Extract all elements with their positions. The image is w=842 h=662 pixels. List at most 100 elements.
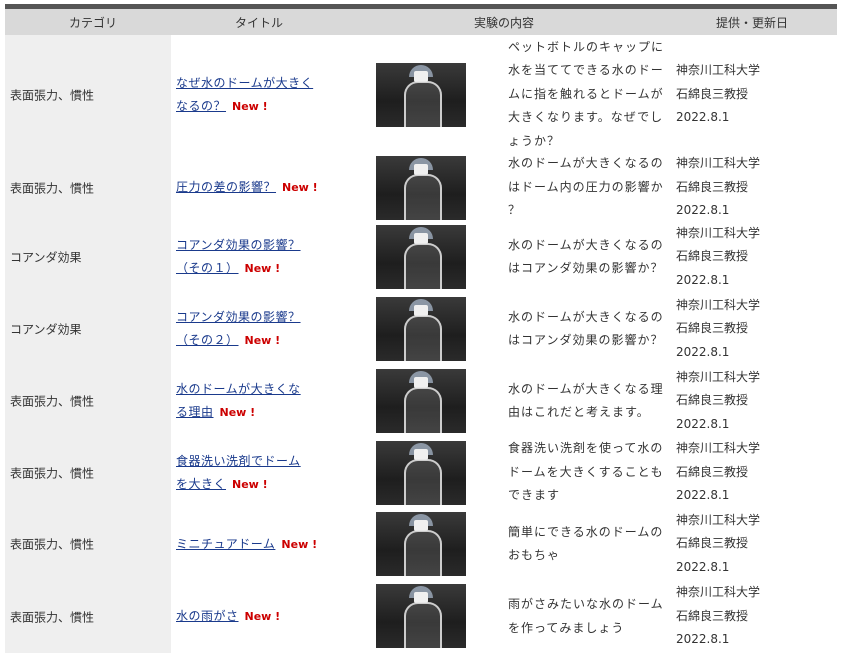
experiment-thumbnail[interactable] xyxy=(376,63,466,127)
bottle-shape xyxy=(404,174,442,220)
table-header: カテゴリ タイトル 実験の内容 提供・更新日 xyxy=(5,9,837,35)
new-badge: New ! xyxy=(244,610,281,623)
title-text: 水の雨がさ New ! xyxy=(176,605,280,628)
updated-date: 2022.8.1 xyxy=(676,272,730,287)
provider-line: 石綿良三教授 xyxy=(676,321,749,336)
title-cell: なぜ水のドームが大きく なるの？ New ! xyxy=(176,35,336,154)
table-row: コアンダ効果 コアンダ効果の影響？ （その２） New ! 水のドームが大きくなるの はコ… xyxy=(5,293,837,365)
experiment-title-link[interactable]: 水の雨がさ xyxy=(176,609,239,623)
provider-line: 神奈川工科大学 xyxy=(676,63,761,78)
new-badge: New ! xyxy=(244,262,281,275)
experiment-thumbnail[interactable] xyxy=(376,369,466,433)
provider-line: 石綿良三教授 xyxy=(676,608,749,623)
provider-line: 石綿良三教授 xyxy=(676,86,749,101)
title-cell: 水の雨がさ New ! xyxy=(176,580,336,653)
experiment-thumbnail[interactable] xyxy=(376,297,466,361)
provider-cell: 神奈川工科大学 石綿良三教授 2022.8.1 xyxy=(676,365,836,437)
description-cell: 水のドームが大きくなるの はドーム内の圧力の影響か？ xyxy=(508,154,668,221)
category-label: 表面張力、慣性 xyxy=(10,466,95,480)
description-text: 水のドームが大きくなるの はコアンダ効果の影響か？ xyxy=(508,309,664,348)
bottle-shape xyxy=(404,602,442,648)
experiment-title-link[interactable]: コアンダ効果の影響？ （その２） xyxy=(176,310,301,347)
experiment-thumbnail[interactable] xyxy=(376,512,466,576)
provider-cell: 神奈川工科大学 石綿良三教授 2022.8.1 xyxy=(676,35,836,154)
experiment-thumbnail[interactable] xyxy=(376,156,466,220)
category-cell: 表面張力、慣性 xyxy=(5,580,171,653)
table-row: 表面張力、慣性 水の雨がさ New ! 雨がさみたいな水のドーム を作ってみましょう 神奈… xyxy=(5,580,837,653)
provider-line: 石綿良三教授 xyxy=(676,249,749,264)
provider-line: 石綿良三教授 xyxy=(676,393,749,408)
provider-line: 神奈川工科大学 xyxy=(676,512,761,527)
description-text: 水のドームが大きくなるの はコアンダ効果の影響か？ xyxy=(508,237,664,276)
provider-block: 神奈川工科大学 石綿良三教授 2022.8.1 xyxy=(676,222,760,293)
provider-block: 神奈川工科大学 石綿良三教授 2022.8.1 xyxy=(676,509,760,580)
description-cell: 水のドームが大きくなるの はコアンダ効果の影響か？ xyxy=(508,221,668,293)
description-text: 水のドームが大きくなる理 由はこれだと考えます。 xyxy=(508,381,664,420)
category-cell: 表面張力、慣性 xyxy=(5,35,171,154)
updated-date: 2022.8.1 xyxy=(676,416,730,431)
experiment-title-link[interactable]: ミニチュアドーム xyxy=(176,537,275,551)
provider-cell: 神奈川工科大学 石綿良三教授 2022.8.1 xyxy=(676,508,836,580)
updated-date: 2022.8.1 xyxy=(676,559,730,574)
experiment-thumbnail[interactable] xyxy=(376,441,466,505)
title-cell: 水のドームが大きくな る理由 New ! xyxy=(176,365,336,437)
bottle-shape xyxy=(404,243,442,289)
experiment-thumbnail[interactable] xyxy=(376,225,466,289)
title-text: 食器洗い洗剤でドーム を大きく New ! xyxy=(176,450,301,496)
new-badge: New ! xyxy=(232,99,268,113)
bottle-shape xyxy=(404,387,442,433)
table-row: コアンダ効果 コアンダ効果の影響？ （その１） New ! 水のドームが大きくなるの はコ… xyxy=(5,221,837,293)
title-cell: コアンダ効果の影響？ （その１） New ! xyxy=(176,221,336,293)
category-label: 表面張力、慣性 xyxy=(10,537,95,552)
header-category: カテゴリ xyxy=(69,16,118,30)
provider-block: 神奈川工科大学 石綿良三教授 2022.8.1 xyxy=(676,366,760,437)
title-text: ミニチュアドーム New ! xyxy=(176,533,317,556)
category-cell: 表面張力、慣性 xyxy=(5,365,171,437)
description-cell: 水のドームが大きくなる理 由はこれだと考えます。 xyxy=(508,365,668,437)
updated-date: 2022.8.1 xyxy=(676,488,730,503)
title-text: コアンダ効果の影響？ （その２） New ! xyxy=(176,306,301,352)
provider-cell: 神奈川工科大学 石綿良三教授 2022.8.1 xyxy=(676,221,836,293)
description-text: 簡単にできる水のドームの おもちゃ xyxy=(508,524,664,563)
header-provider: 提供・更新日 xyxy=(716,16,789,30)
provider-line: 石綿良三教授 xyxy=(676,179,749,194)
provider-block: 神奈川工科大学 石綿良三教授 2022.8.1 xyxy=(676,152,760,223)
category-label: コアンダ効果 xyxy=(10,322,82,337)
title-text: 圧力の差の影響？ New ! xyxy=(176,176,318,199)
new-badge: New ! xyxy=(219,406,256,419)
category-label: 表面張力、慣性 xyxy=(10,394,95,409)
title-cell: ミニチュアドーム New ! xyxy=(176,508,336,580)
table-row: 表面張力、慣性 食器洗い洗剤でドーム を大きく New ! 食器洗い洗剤を使って水の ドー… xyxy=(5,437,837,508)
experiment-title-link[interactable]: 圧力の差の影響？ xyxy=(176,180,276,194)
experiment-thumbnail[interactable] xyxy=(376,584,466,648)
updated-date: 2022.8.1 xyxy=(676,110,730,125)
provider-line: 石綿良三教授 xyxy=(676,464,749,479)
provider-line: 石綿良三教授 xyxy=(676,536,749,551)
bottle-shape xyxy=(404,81,442,127)
category-cell: 表面張力、慣性 xyxy=(5,437,171,508)
title-cell: コアンダ効果の影響？ （その２） New ! xyxy=(176,293,336,365)
new-badge: New ! xyxy=(281,537,318,551)
description-cell: 水のドームが大きくなるの はコアンダ効果の影響か？ xyxy=(508,293,668,365)
provider-line: 神奈川工科大学 xyxy=(676,585,761,600)
bottle-shape xyxy=(404,315,442,361)
provider-block: 神奈川工科大学 石綿良三教授 2022.8.1 xyxy=(676,437,760,508)
new-badge: New ! xyxy=(232,477,268,491)
provider-line: 神奈川工科大学 xyxy=(676,225,761,240)
updated-date: 2022.8.1 xyxy=(676,344,730,359)
provider-cell: 神奈川工科大学 石綿良三教授 2022.8.1 xyxy=(676,580,836,653)
description-cell: 雨がさみたいな水のドーム を作ってみましょう xyxy=(508,580,668,653)
provider-line: 神奈川工科大学 xyxy=(676,441,761,456)
description-text: ペットボトルのキャップに 水を当ててできる水のドー ムに指を触れるとドームが 大きくな… xyxy=(508,39,665,148)
description-text: 雨がさみたいな水のドーム を作ってみましょう xyxy=(508,597,664,635)
provider-cell: 神奈川工科大学 石綿良三教授 2022.8.1 xyxy=(676,437,836,508)
provider-block: 神奈川工科大学 石綿良三教授 2022.8.1 xyxy=(676,294,760,365)
title-text: なぜ水のドームが大きく なるの？ New ! xyxy=(176,72,313,118)
category-cell: コアンダ効果 xyxy=(5,221,171,293)
updated-date: 2022.8.1 xyxy=(676,203,730,218)
experiment-title-link[interactable]: コアンダ効果の影響？ （その１） xyxy=(176,238,301,275)
new-badge: New ! xyxy=(244,334,281,347)
category-label: コアンダ効果 xyxy=(10,250,82,265)
category-label: 表面張力、慣性 xyxy=(10,610,95,624)
title-text: 水のドームが大きくな る理由 New ! xyxy=(176,378,301,424)
